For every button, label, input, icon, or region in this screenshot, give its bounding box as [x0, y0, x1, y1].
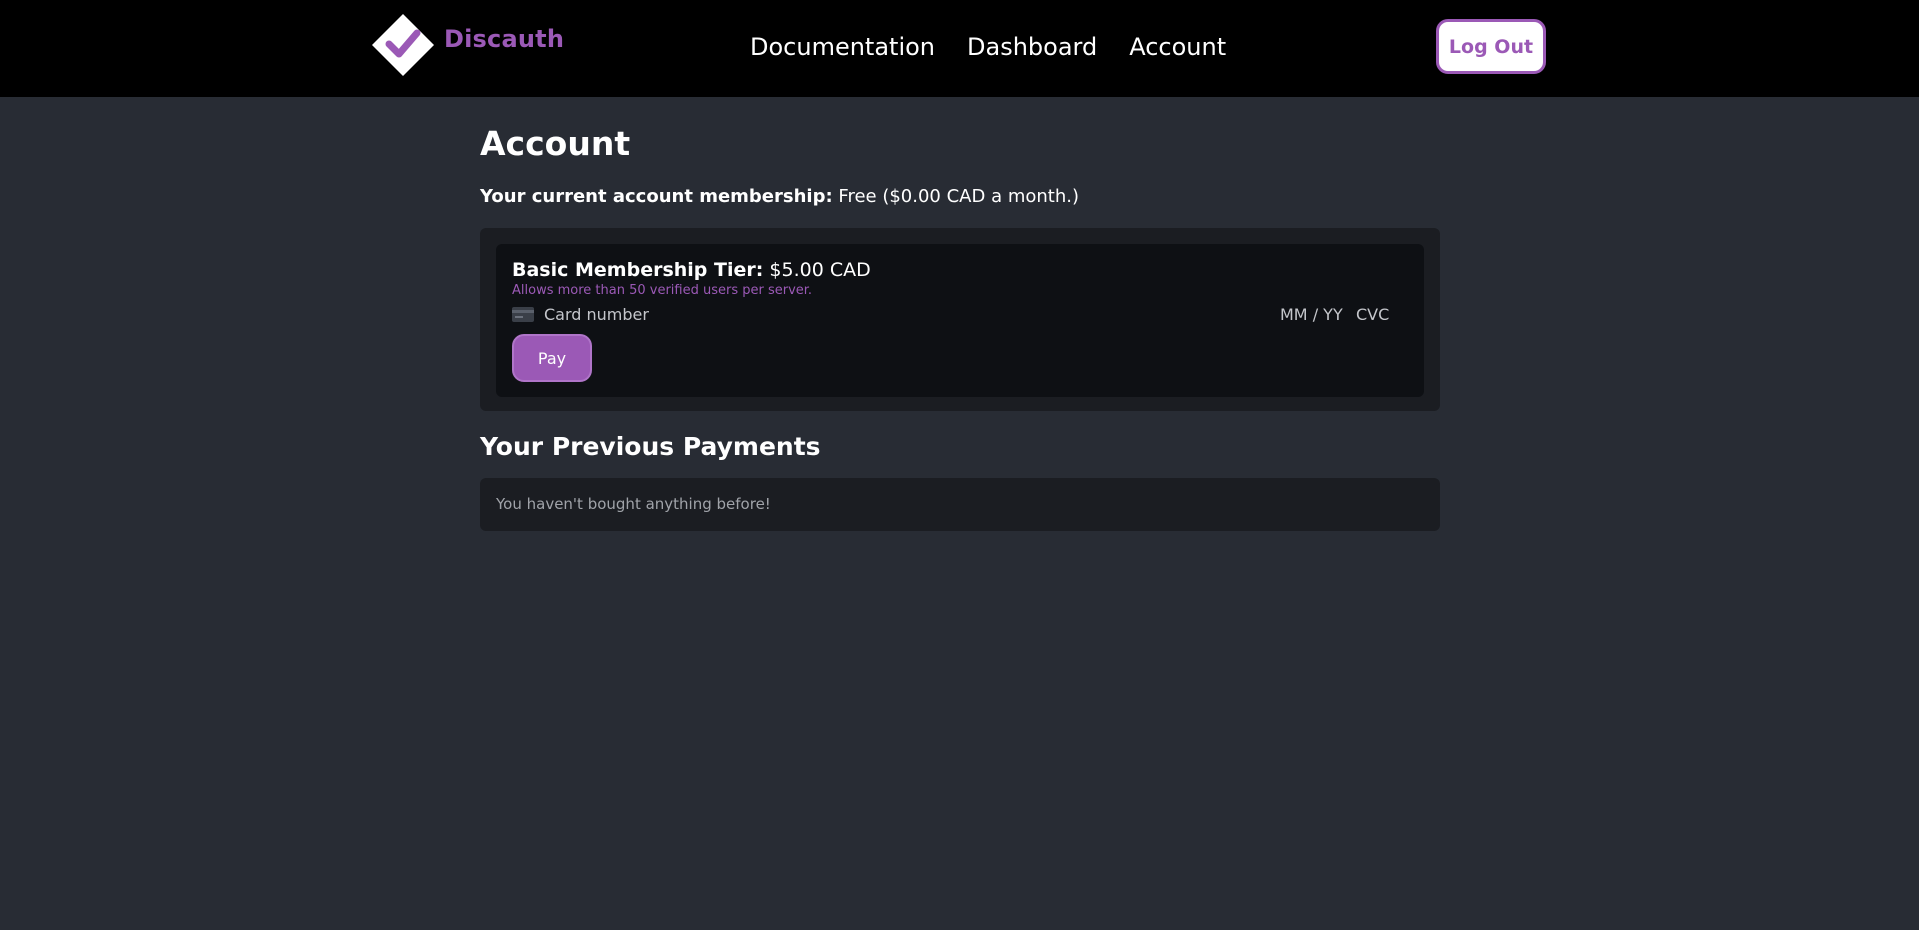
tier-label: Basic Membership Tier:	[512, 259, 764, 281]
tier-description: Allows more than 50 verified users per s…	[512, 283, 813, 298]
card-input-row	[512, 304, 1396, 326]
payments-empty-message: You haven't bought anything before!	[496, 495, 771, 513]
pay-button[interactable]: Pay	[512, 334, 592, 382]
nav-link-account[interactable]: Account	[1129, 30, 1226, 64]
brand-name: Discauth	[444, 25, 565, 53]
checkmark-logo-icon	[372, 14, 434, 76]
card-expiry-input[interactable]	[1280, 304, 1350, 326]
card-cvc-input[interactable]	[1356, 304, 1396, 326]
membership-value: Free ($0.00 CAD a month.)	[838, 186, 1079, 207]
previous-payments-title: Your Previous Payments	[480, 432, 821, 461]
nav-link-documentation[interactable]: Documentation	[750, 30, 935, 64]
brand-link[interactable]: Discauth	[372, 14, 564, 76]
membership-tier-card: Basic Membership Tier: $5.00 CAD Allows …	[496, 244, 1424, 397]
tier-heading: Basic Membership Tier: $5.00 CAD	[512, 258, 871, 282]
nav-link-dashboard[interactable]: Dashboard	[967, 30, 1097, 64]
log-out-button[interactable]: Log Out	[1436, 19, 1546, 74]
credit-card-icon	[512, 307, 534, 322]
current-membership: Your current account membership: Free ($…	[480, 186, 1079, 208]
tier-price: $5.00 CAD	[769, 259, 871, 281]
card-number-input[interactable]	[544, 304, 844, 326]
membership-tier-panel: Basic Membership Tier: $5.00 CAD Allows …	[480, 228, 1440, 411]
page-title: Account	[480, 124, 631, 163]
membership-label: Your current account membership:	[480, 186, 833, 207]
main-nav: Documentation Dashboard Account	[750, 30, 1226, 64]
navbar: Discauth Documentation Dashboard Account…	[0, 0, 1919, 97]
previous-payments-list: You haven't bought anything before!	[480, 478, 1440, 531]
